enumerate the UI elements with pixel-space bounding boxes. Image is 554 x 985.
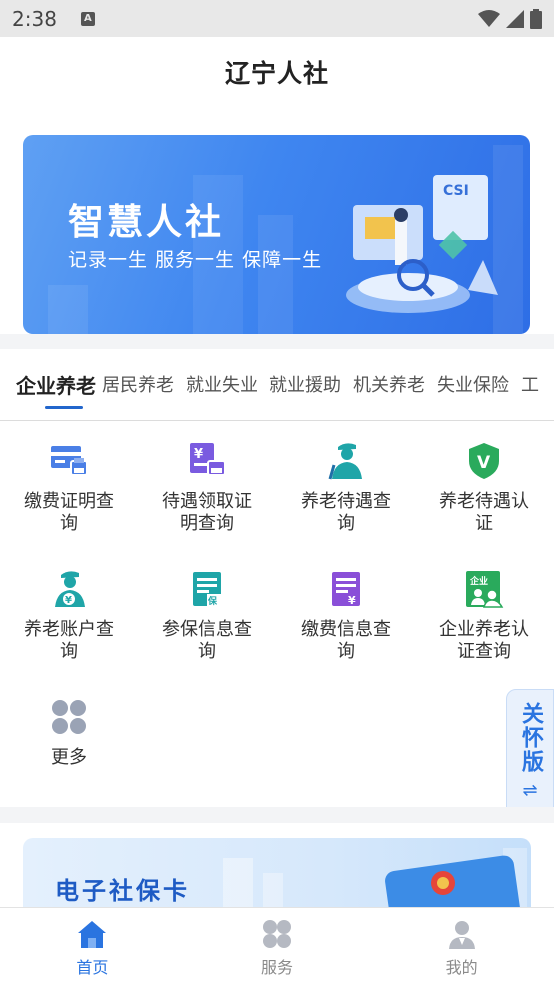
svg-text:企业: 企业 (469, 575, 488, 587)
nav-home[interactable]: 首页 (0, 908, 185, 985)
section-divider (0, 334, 554, 349)
tab-government-pension[interactable]: 机关养老 (353, 371, 425, 397)
more-grid-icon (52, 700, 86, 734)
yuan-print-icon: ¥ (190, 443, 226, 476)
status-time: 2:38 (12, 6, 57, 31)
service-pension-authentication[interactable]: V 养老待遇认证 (415, 441, 553, 535)
svg-text:¥: ¥ (194, 447, 203, 462)
svg-text:V: V (477, 453, 491, 473)
service-insurance-info-query[interactable]: 保 参保信息查询 (138, 569, 276, 663)
service-label-line1: 待遇领取证 (162, 491, 252, 512)
social-card-title: 电子社保卡 (55, 877, 190, 905)
service-label-line2: 询 (60, 513, 78, 534)
tab-unemployment-insurance[interactable]: 失业保险 (437, 371, 509, 397)
svg-text:¥: ¥ (65, 595, 72, 606)
elder-person-icon (328, 443, 362, 480)
card-print-icon (51, 446, 88, 476)
service-label-line2: 询 (337, 513, 355, 534)
service-label-line1: 缴费信息查 (301, 619, 391, 640)
tab-employment-aid[interactable]: 就业援助 (269, 371, 341, 397)
switch-arrow-icon: ⇌ (522, 780, 538, 801)
service-payment-info-query[interactable]: ¥ 缴费信息查询 (277, 569, 415, 663)
service-label-line2: 询 (60, 641, 78, 662)
service-label-line2: 明查询 (180, 513, 234, 534)
service-grid-icon (263, 920, 291, 948)
status-bar: 2:38 A (0, 0, 554, 37)
service-label-line1: 养老待遇认 (439, 491, 529, 512)
tab-more-cut[interactable]: 工 (521, 371, 539, 397)
insurance-doc-icon: 保 (193, 572, 221, 607)
section-divider (0, 807, 554, 823)
bottom-navigation: 首页 服务 我的 (0, 907, 554, 985)
service-pension-benefit-query[interactable]: 养老待遇查询 (277, 441, 415, 535)
active-tab-indicator (45, 406, 83, 409)
payment-doc-icon: ¥ (332, 572, 360, 607)
nav-services[interactable]: 服务 (185, 908, 370, 985)
svg-text:CSI: CSI (443, 183, 469, 199)
care-mode-label: 关怀版 (518, 702, 543, 774)
service-label-line1: 参保信息查 (162, 619, 252, 640)
shield-v-icon: V (469, 443, 499, 479)
service-label-line1: 更多 (51, 747, 87, 768)
category-tabs: 企业养老 居民养老 就业失业 就业援助 机关养老 失业保险 工 (0, 349, 554, 421)
app-header: 辽宁人社 (0, 37, 554, 107)
nav-profile[interactable]: 我的 (369, 908, 554, 985)
service-enterprise-pension-cert[interactable]: 企业 企业养老认 证查询 (415, 569, 553, 663)
tab-enterprise-pension[interactable]: 企业养老 (16, 370, 96, 399)
banner-smart-hrss[interactable]: CSI 智慧人社 记录一生 服务一生 保障一生 (23, 135, 530, 334)
elder-account-icon: ¥ (55, 571, 85, 607)
social-security-card-banner[interactable]: 电子社保卡 (23, 838, 531, 918)
profile-icon (448, 921, 475, 949)
page-title: 辽宁人社 (224, 59, 329, 88)
svg-text:¥: ¥ (348, 594, 356, 607)
banner-title: 智慧人社 (68, 202, 225, 243)
service-pension-account-query[interactable]: ¥ 养老账户查询 (0, 569, 138, 663)
tab-resident-pension[interactable]: 居民养老 (102, 371, 174, 397)
nav-services-label: 服务 (261, 958, 294, 977)
service-benefit-certificate[interactable]: ¥ 待遇领取证 明查询 (138, 441, 276, 535)
service-payment-proof[interactable]: 缴费证明查询 (0, 441, 138, 535)
service-label-line1: 企业养老认 (439, 619, 529, 640)
signal-icon (506, 9, 524, 28)
status-icons (478, 8, 542, 29)
banner-subtitle: 记录一生 服务一生 保障一生 (68, 249, 323, 271)
tab-employment[interactable]: 就业失业 (186, 371, 258, 397)
nav-profile-label: 我的 (445, 958, 478, 977)
service-label-line1: 缴费证明查 (24, 491, 114, 512)
wifi-icon (478, 9, 500, 27)
enterprise-cert-icon: 企业 (466, 571, 504, 608)
service-label-line2: 询 (337, 641, 355, 662)
service-label-line1: 养老账户查 (24, 619, 114, 640)
svg-text:保: 保 (207, 595, 218, 607)
battery-icon (530, 8, 542, 29)
a-notification-icon: A (80, 11, 95, 26)
service-more[interactable]: 更多 (0, 697, 138, 769)
service-grid: 缴费证明查询 ¥ 待遇领取证 明查询 养老待遇查询 V 养老待遇认证 ¥ 养老账… (0, 421, 554, 807)
home-icon (78, 921, 107, 948)
care-mode-button[interactable]: 关怀版 ⇌ (506, 689, 554, 819)
service-label-line1: 养老待遇查 (301, 491, 391, 512)
service-label-line2: 询 (198, 641, 216, 662)
service-label-line2: 证 (475, 513, 493, 534)
service-label-line2: 证查询 (457, 641, 511, 662)
nav-home-label: 首页 (76, 958, 109, 977)
